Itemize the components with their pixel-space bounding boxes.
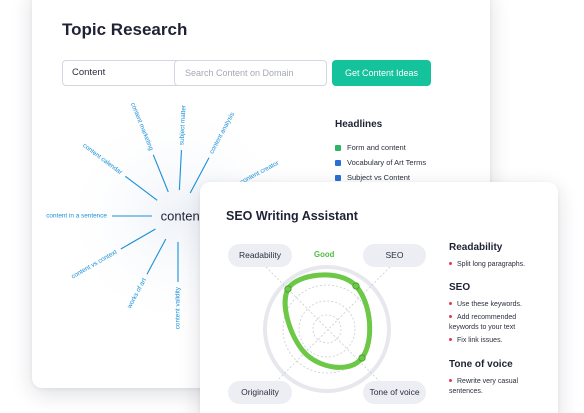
readability-pill[interactable]: Readability (228, 244, 292, 267)
seo-writing-assistant-title: SEO Writing Assistant (226, 209, 358, 223)
blue-square-icon (335, 159, 341, 166)
bullet-icon (449, 261, 452, 265)
readability-tip: Split long paragraphs. (449, 260, 525, 270)
readability-section-title: Readability (449, 242, 503, 253)
originality-pill[interactable]: Originality (228, 381, 292, 404)
center-word: content (161, 208, 204, 223)
bullet-icon (449, 337, 452, 341)
headline-text: Form and content (347, 143, 406, 152)
score-point (352, 282, 360, 290)
domain-search-input[interactable]: Search Content on Domain (174, 60, 327, 86)
radar-ring (298, 300, 356, 358)
blue-square-icon (335, 174, 341, 181)
green-square-icon (335, 144, 341, 151)
headline-item[interactable]: Vocabulary of Art Terms (335, 158, 426, 167)
seo-writing-assistant-card: SEO Writing Assistant Readability SEO Or… (200, 182, 558, 413)
get-content-ideas-button[interactable]: Get Content Ideas (332, 60, 431, 86)
tone-tip: Rewrite very casual sentences. (449, 378, 519, 395)
headline-item[interactable]: Form and content (335, 143, 406, 152)
score-point (358, 354, 366, 362)
seo-tip: Fix link issues. (449, 336, 503, 346)
topic-search-value: Content (72, 67, 106, 78)
headline-text: Subject vs Content (347, 173, 410, 182)
bullet-icon (449, 378, 452, 382)
seo-tip: Add recommended keywords to your text (449, 314, 517, 331)
headline-item[interactable]: Subject vs Content (335, 173, 410, 182)
bullet-icon (449, 314, 452, 318)
spoke-label[interactable]: content validity (175, 286, 182, 329)
seo-pill[interactable]: SEO (363, 244, 426, 267)
headlines-title: Headlines (335, 119, 383, 130)
seo-tip: Use these keywords. (449, 300, 522, 310)
seo-section-title: SEO (449, 282, 471, 293)
headline-text: Vocabulary of Art Terms (347, 158, 427, 167)
tone-of-voice-pill[interactable]: Tone of voice (363, 381, 426, 404)
bullet-icon (449, 301, 452, 305)
tone-of-voice-section-title: Tone of voice (449, 359, 513, 370)
topic-research-title: Topic Research (62, 20, 188, 39)
score-point (284, 285, 292, 293)
score-label: Good (314, 250, 335, 259)
spoke-label[interactable]: content in a sentence (46, 213, 107, 220)
